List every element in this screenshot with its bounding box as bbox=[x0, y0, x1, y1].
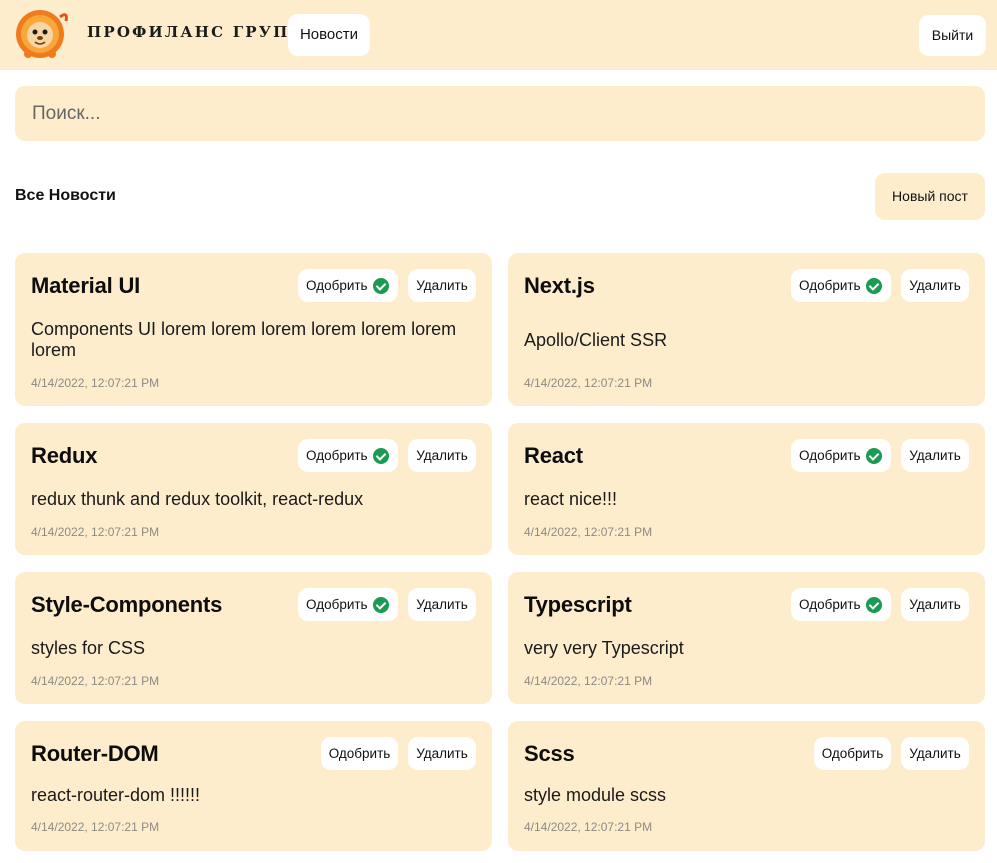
section-title: Все Новости bbox=[15, 187, 116, 204]
delete-button[interactable]: Удалить bbox=[901, 269, 969, 302]
search-input[interactable] bbox=[15, 86, 985, 141]
news-card-body: react-router-dom !!!!!! bbox=[31, 785, 201, 805]
check-circle-icon bbox=[865, 277, 882, 294]
news-card-date: 4/14/2022, 12:07:21 PM bbox=[524, 525, 653, 539]
news-card-body: Components UI lorem lorem lorem lorem lo… bbox=[31, 319, 457, 360]
delete-button[interactable]: Удалить bbox=[408, 737, 476, 770]
check-circle-icon bbox=[865, 447, 882, 464]
approve-button-label: Одобрить bbox=[306, 448, 368, 463]
news-card: Redux Одобрить Удалить redux thunk and redu… bbox=[15, 423, 492, 555]
approve-button[interactable]: Одобрить bbox=[791, 269, 891, 302]
delete-button[interactable]: Удалить bbox=[408, 269, 476, 302]
news-card-title: Typescript bbox=[524, 592, 632, 617]
news-card: Style-Components Одобрить Удалить styles fo… bbox=[15, 572, 492, 704]
delete-button[interactable]: Удалить bbox=[901, 439, 969, 472]
delete-button[interactable]: Удалить bbox=[408, 439, 476, 472]
news-card-body: Apollo/Client SSR bbox=[524, 330, 668, 350]
news-card-body: redux thunk and redux toolkit, react-red… bbox=[31, 489, 364, 509]
approve-button[interactable]: Одобрить bbox=[814, 737, 891, 770]
news-card: React Одобрить Удалить react nice!!! 4/14/20… bbox=[508, 423, 985, 555]
news-card-date: 4/14/2022, 12:07:21 PM bbox=[31, 525, 160, 539]
approve-button-label: Одобрить bbox=[799, 278, 861, 293]
news-card-date: 4/14/2022, 12:07:21 PM bbox=[524, 820, 653, 834]
approve-button[interactable]: Одобрить bbox=[321, 737, 398, 770]
approve-button-label: Одобрить bbox=[799, 597, 861, 612]
news-card-title: Redux bbox=[31, 443, 98, 468]
delete-button[interactable]: Удалить bbox=[901, 588, 969, 621]
news-card-body: style module scss bbox=[524, 785, 667, 805]
news-card-title: Material UI bbox=[31, 273, 141, 298]
approve-button-label: Одобрить bbox=[306, 597, 368, 612]
approve-button-label: Одобрить bbox=[306, 278, 368, 293]
news-card-body: very very Typescript bbox=[524, 638, 684, 658]
check-circle-icon bbox=[372, 447, 389, 464]
header-bar: ПРОФИЛАНС ГРУПП Новости Выйти bbox=[0, 0, 997, 70]
news-card-date: 4/14/2022, 12:07:21 PM bbox=[31, 820, 160, 834]
news-card-date: 4/14/2022, 12:07:21 PM bbox=[31, 674, 160, 688]
news-card: Scss Одобрить Удалить style module scss 4/14… bbox=[508, 721, 985, 851]
news-card: Router-DOM Одобрить Удалить react-router-do… bbox=[15, 721, 492, 851]
news-card-body: react nice!!! bbox=[524, 489, 618, 509]
approve-button[interactable]: Одобрить bbox=[298, 269, 398, 302]
news-card-title: Style-Components bbox=[31, 592, 223, 617]
news-card: Next.js Одобрить Удалить Apollo/Client SSR 4… bbox=[508, 253, 985, 406]
brand-name: ПРОФИЛАНС ГРУПП bbox=[87, 23, 306, 41]
news-card-title: Router-DOM bbox=[31, 741, 159, 766]
news-card-date: 4/14/2022, 12:07:21 PM bbox=[31, 376, 160, 390]
news-card-title: Scss bbox=[524, 741, 575, 766]
news-card-date: 4/14/2022, 12:07:21 PM bbox=[524, 376, 653, 390]
news-card-date: 4/14/2022, 12:07:21 PM bbox=[524, 674, 653, 688]
approve-button[interactable]: Одобрить bbox=[298, 588, 398, 621]
approve-button[interactable]: Одобрить bbox=[298, 439, 398, 472]
news-card: Typescript Одобрить Удалить very very Types… bbox=[508, 572, 985, 704]
news-card-title: React bbox=[524, 443, 583, 468]
news-card: Material UI Одобрить Удалить Components UI … bbox=[15, 253, 492, 406]
approve-button-label: Одобрить bbox=[328, 746, 391, 761]
lion-logo-icon[interactable] bbox=[14, 7, 70, 61]
delete-button[interactable]: Удалить bbox=[408, 588, 476, 621]
approve-button-label: Одобрить bbox=[799, 448, 861, 463]
approve-button-label: Одобрить bbox=[821, 746, 884, 761]
check-circle-icon bbox=[372, 277, 389, 294]
news-card-title: Next.js bbox=[524, 273, 595, 298]
approve-button[interactable]: Одобрить bbox=[791, 588, 891, 621]
news-card-body: styles for CSS bbox=[31, 638, 146, 658]
check-circle-icon bbox=[372, 596, 389, 613]
nav-news-button[interactable]: Новости bbox=[288, 14, 370, 56]
new-post-button[interactable]: Новый пост bbox=[875, 173, 985, 220]
approve-button[interactable]: Одобрить bbox=[791, 439, 891, 472]
delete-button[interactable]: Удалить bbox=[901, 737, 969, 770]
check-circle-icon bbox=[865, 596, 882, 613]
logout-button[interactable]: Выйти bbox=[919, 15, 986, 56]
